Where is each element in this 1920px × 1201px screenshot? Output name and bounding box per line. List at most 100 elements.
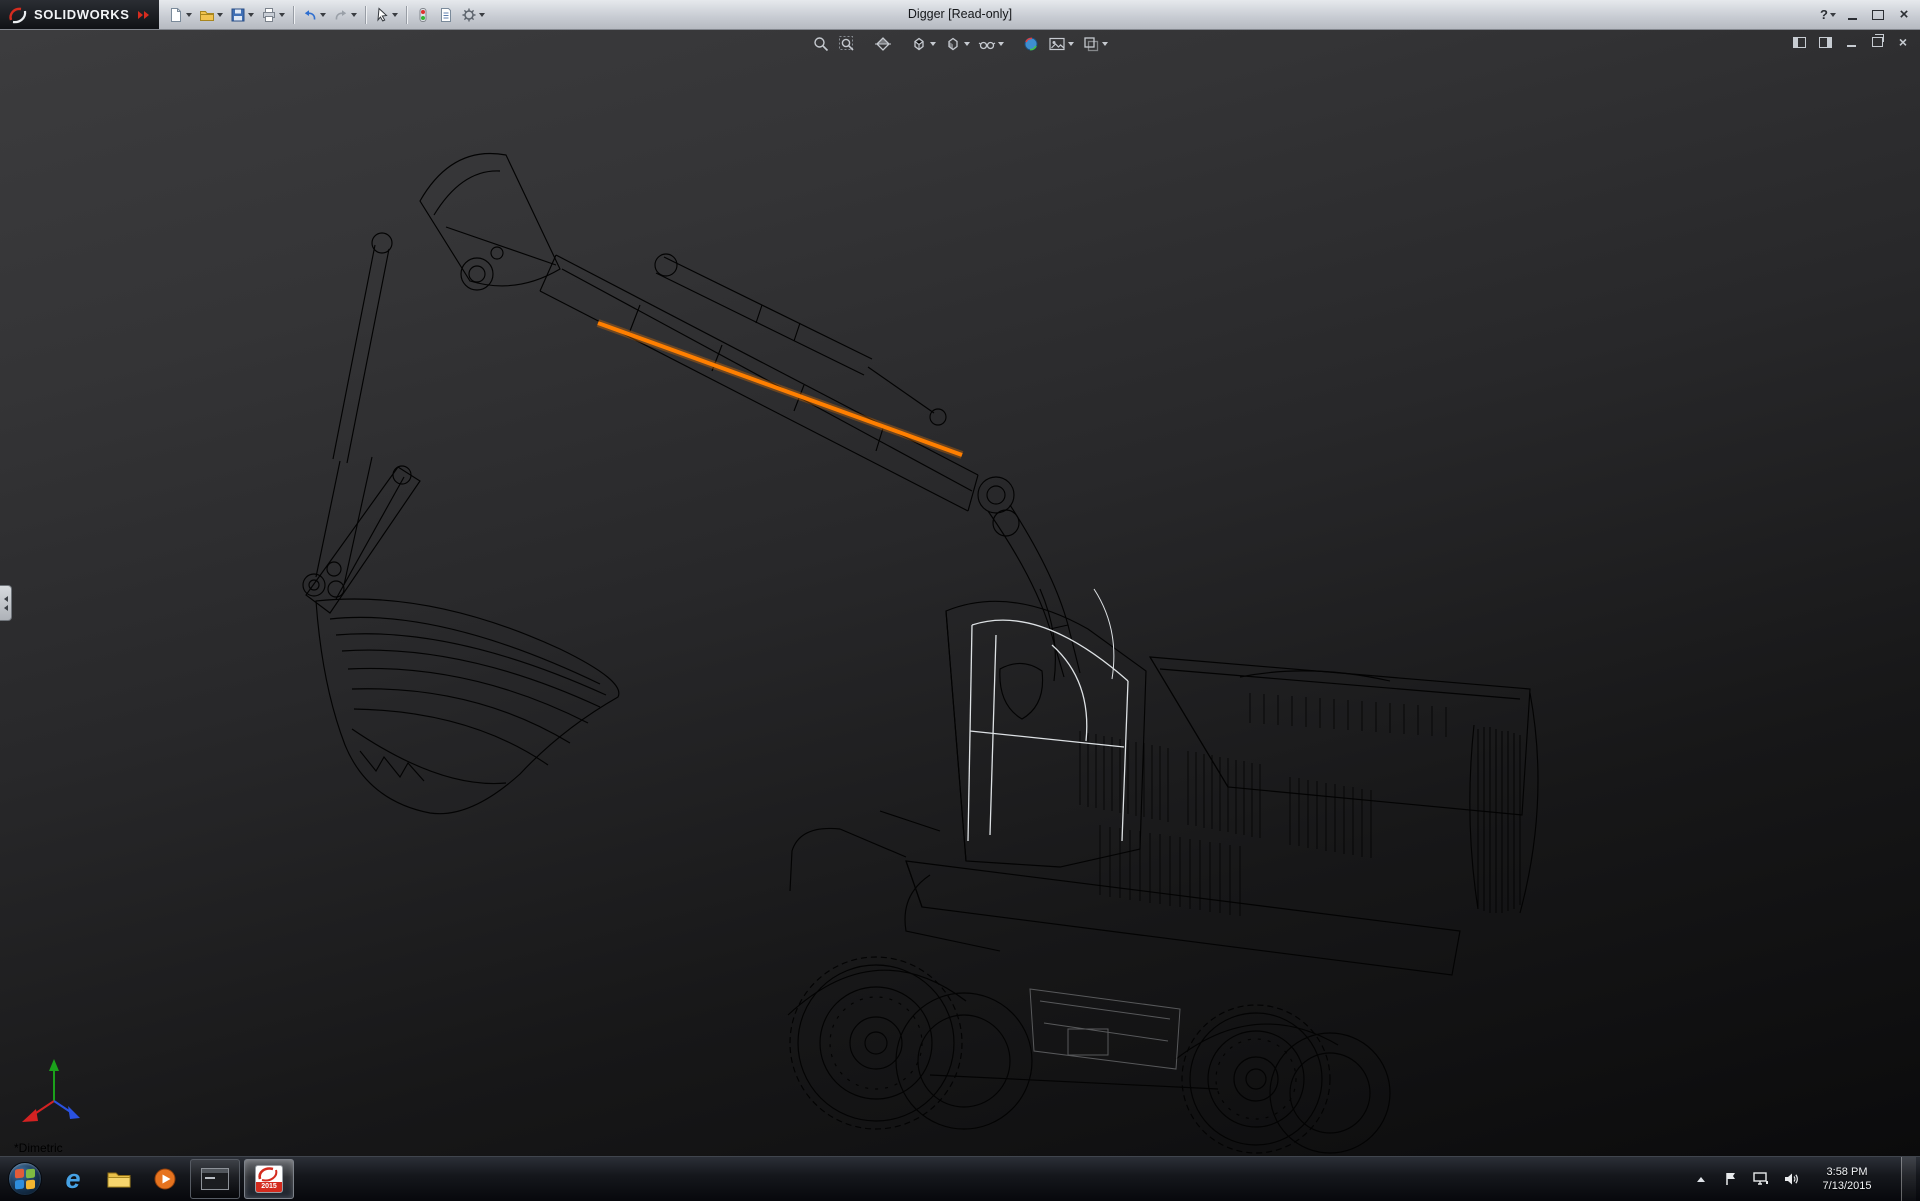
zoom-fit-icon — [812, 35, 830, 53]
zoom-to-area-button[interactable] — [835, 32, 859, 56]
volume-icon — [1783, 1171, 1799, 1187]
doc-restore-button[interactable] — [1868, 34, 1886, 50]
toolbar-separator — [293, 6, 294, 24]
minimize-button[interactable] — [1842, 5, 1862, 25]
internet-explorer-icon: e — [65, 1166, 80, 1193]
redo-button[interactable] — [330, 3, 360, 27]
apply-scene-button[interactable] — [1045, 32, 1077, 56]
folder-icon — [106, 1169, 132, 1189]
system-tray: 3:58 PM 7/13/2015 — [1691, 1157, 1920, 1201]
view-orientation-icon — [910, 35, 928, 53]
tray-network-button[interactable] — [1751, 1169, 1771, 1189]
network-icon — [1752, 1171, 1770, 1187]
tile-left-button[interactable] — [1790, 34, 1808, 50]
console-window-button[interactable] — [190, 1159, 240, 1199]
tile-right-icon — [1819, 37, 1832, 48]
new-document-icon — [168, 7, 184, 23]
titlebar: SOLIDWORKS — [0, 0, 1920, 30]
maximize-button[interactable] — [1868, 5, 1888, 25]
ghost-component — [1030, 989, 1180, 1069]
maximize-icon — [1872, 10, 1884, 20]
rebuild-icon — [415, 7, 431, 23]
internet-explorer-button[interactable]: e — [50, 1157, 96, 1201]
solidworks-logo-icon — [8, 6, 28, 24]
tray-volume-button[interactable] — [1781, 1169, 1801, 1189]
heads-up-toolbar — [809, 32, 1111, 56]
display-style-button[interactable] — [941, 32, 973, 56]
view-orientation-button[interactable] — [907, 32, 939, 56]
toolbar-separator — [365, 6, 366, 24]
undo-button[interactable] — [299, 3, 329, 27]
solidworks-taskbar-button[interactable]: 2015 — [244, 1159, 294, 1199]
hide-show-items-button[interactable] — [975, 32, 1007, 56]
doc-minimize-button[interactable] — [1842, 34, 1860, 50]
save-button[interactable] — [227, 3, 257, 27]
tray-action-center-button[interactable] — [1721, 1169, 1741, 1189]
desktop-screen: SOLIDWORKS — [0, 0, 1920, 1200]
options-button[interactable] — [458, 3, 488, 27]
print-icon — [261, 7, 277, 23]
tray-expand-button[interactable] — [1691, 1169, 1711, 1189]
select-cursor-icon — [374, 7, 390, 23]
media-player-button[interactable] — [142, 1157, 188, 1201]
window-controls: ? × — [1820, 0, 1914, 29]
view-orientation-label: *Dimetric — [14, 1141, 63, 1155]
redo-icon — [333, 7, 349, 23]
console-window-icon — [201, 1168, 229, 1190]
main-toolbar — [159, 3, 494, 27]
document-window-controls: × — [1790, 34, 1912, 50]
help-label: ? — [1820, 7, 1828, 22]
selected-edge-highlight[interactable] — [598, 323, 962, 455]
doc-minimize-icon — [1847, 45, 1856, 47]
digger-wireframe-model[interactable] — [0, 29, 1920, 1156]
collapse-arrow-icon — [4, 605, 8, 611]
rebuild-button[interactable] — [412, 3, 434, 27]
brand-text: SOLIDWORKS — [34, 7, 130, 22]
appearance-sphere-icon — [1022, 35, 1040, 53]
solidworks-app-icon: 2015 — [255, 1165, 283, 1193]
media-player-icon — [153, 1167, 177, 1191]
solidworks-brand[interactable]: SOLIDWORKS — [0, 0, 159, 29]
zoom-to-fit-button[interactable] — [809, 32, 833, 56]
model-viewport[interactable]: × *Dimetric — [0, 29, 1920, 1156]
tile-left-icon — [1793, 37, 1806, 48]
file-properties-icon — [438, 7, 454, 23]
windows-explorer-button[interactable] — [96, 1157, 142, 1201]
minimize-icon — [1848, 18, 1857, 20]
close-icon: × — [1900, 7, 1909, 22]
hide-show-glasses-icon — [978, 35, 996, 53]
help-button[interactable]: ? — [1820, 7, 1836, 22]
select-button[interactable] — [371, 3, 401, 27]
taskbar: e 2015 — [0, 1156, 1920, 1201]
print-button[interactable] — [258, 3, 288, 27]
show-desktop-button[interactable] — [1901, 1157, 1916, 1201]
window-title: Digger [Read-only] — [908, 0, 1012, 29]
windows-orb-icon — [8, 1162, 42, 1196]
view-settings-button[interactable] — [1079, 32, 1111, 56]
undo-icon — [302, 7, 318, 23]
edit-appearance-button[interactable] — [1019, 32, 1043, 56]
open-folder-icon — [199, 7, 215, 23]
section-view-icon — [874, 35, 892, 53]
start-button[interactable] — [0, 1157, 50, 1201]
doc-close-icon: × — [1899, 35, 1907, 49]
close-button[interactable]: × — [1894, 5, 1914, 25]
feature-manager-collapsed-tab[interactable] — [0, 585, 12, 621]
file-properties-button[interactable] — [435, 3, 457, 27]
open-button[interactable] — [196, 3, 226, 27]
expand-chevron-icon[interactable] — [138, 11, 149, 19]
toolbar-separator — [406, 6, 407, 24]
clock-date: 7/13/2015 — [1811, 1179, 1883, 1193]
taskbar-clock[interactable]: 3:58 PM 7/13/2015 — [1811, 1165, 1883, 1193]
reference-triad — [22, 1059, 80, 1122]
save-icon — [230, 7, 246, 23]
solidworks-version-badge: 2015 — [256, 1182, 282, 1192]
tile-right-button[interactable] — [1816, 34, 1834, 50]
doc-close-button[interactable]: × — [1894, 34, 1912, 50]
view-settings-icon — [1082, 35, 1100, 53]
zoom-area-icon — [838, 35, 856, 53]
chevron-up-icon — [1697, 1177, 1705, 1182]
new-button[interactable] — [165, 3, 195, 27]
clock-time: 3:58 PM — [1811, 1165, 1883, 1179]
section-view-button[interactable] — [871, 32, 895, 56]
